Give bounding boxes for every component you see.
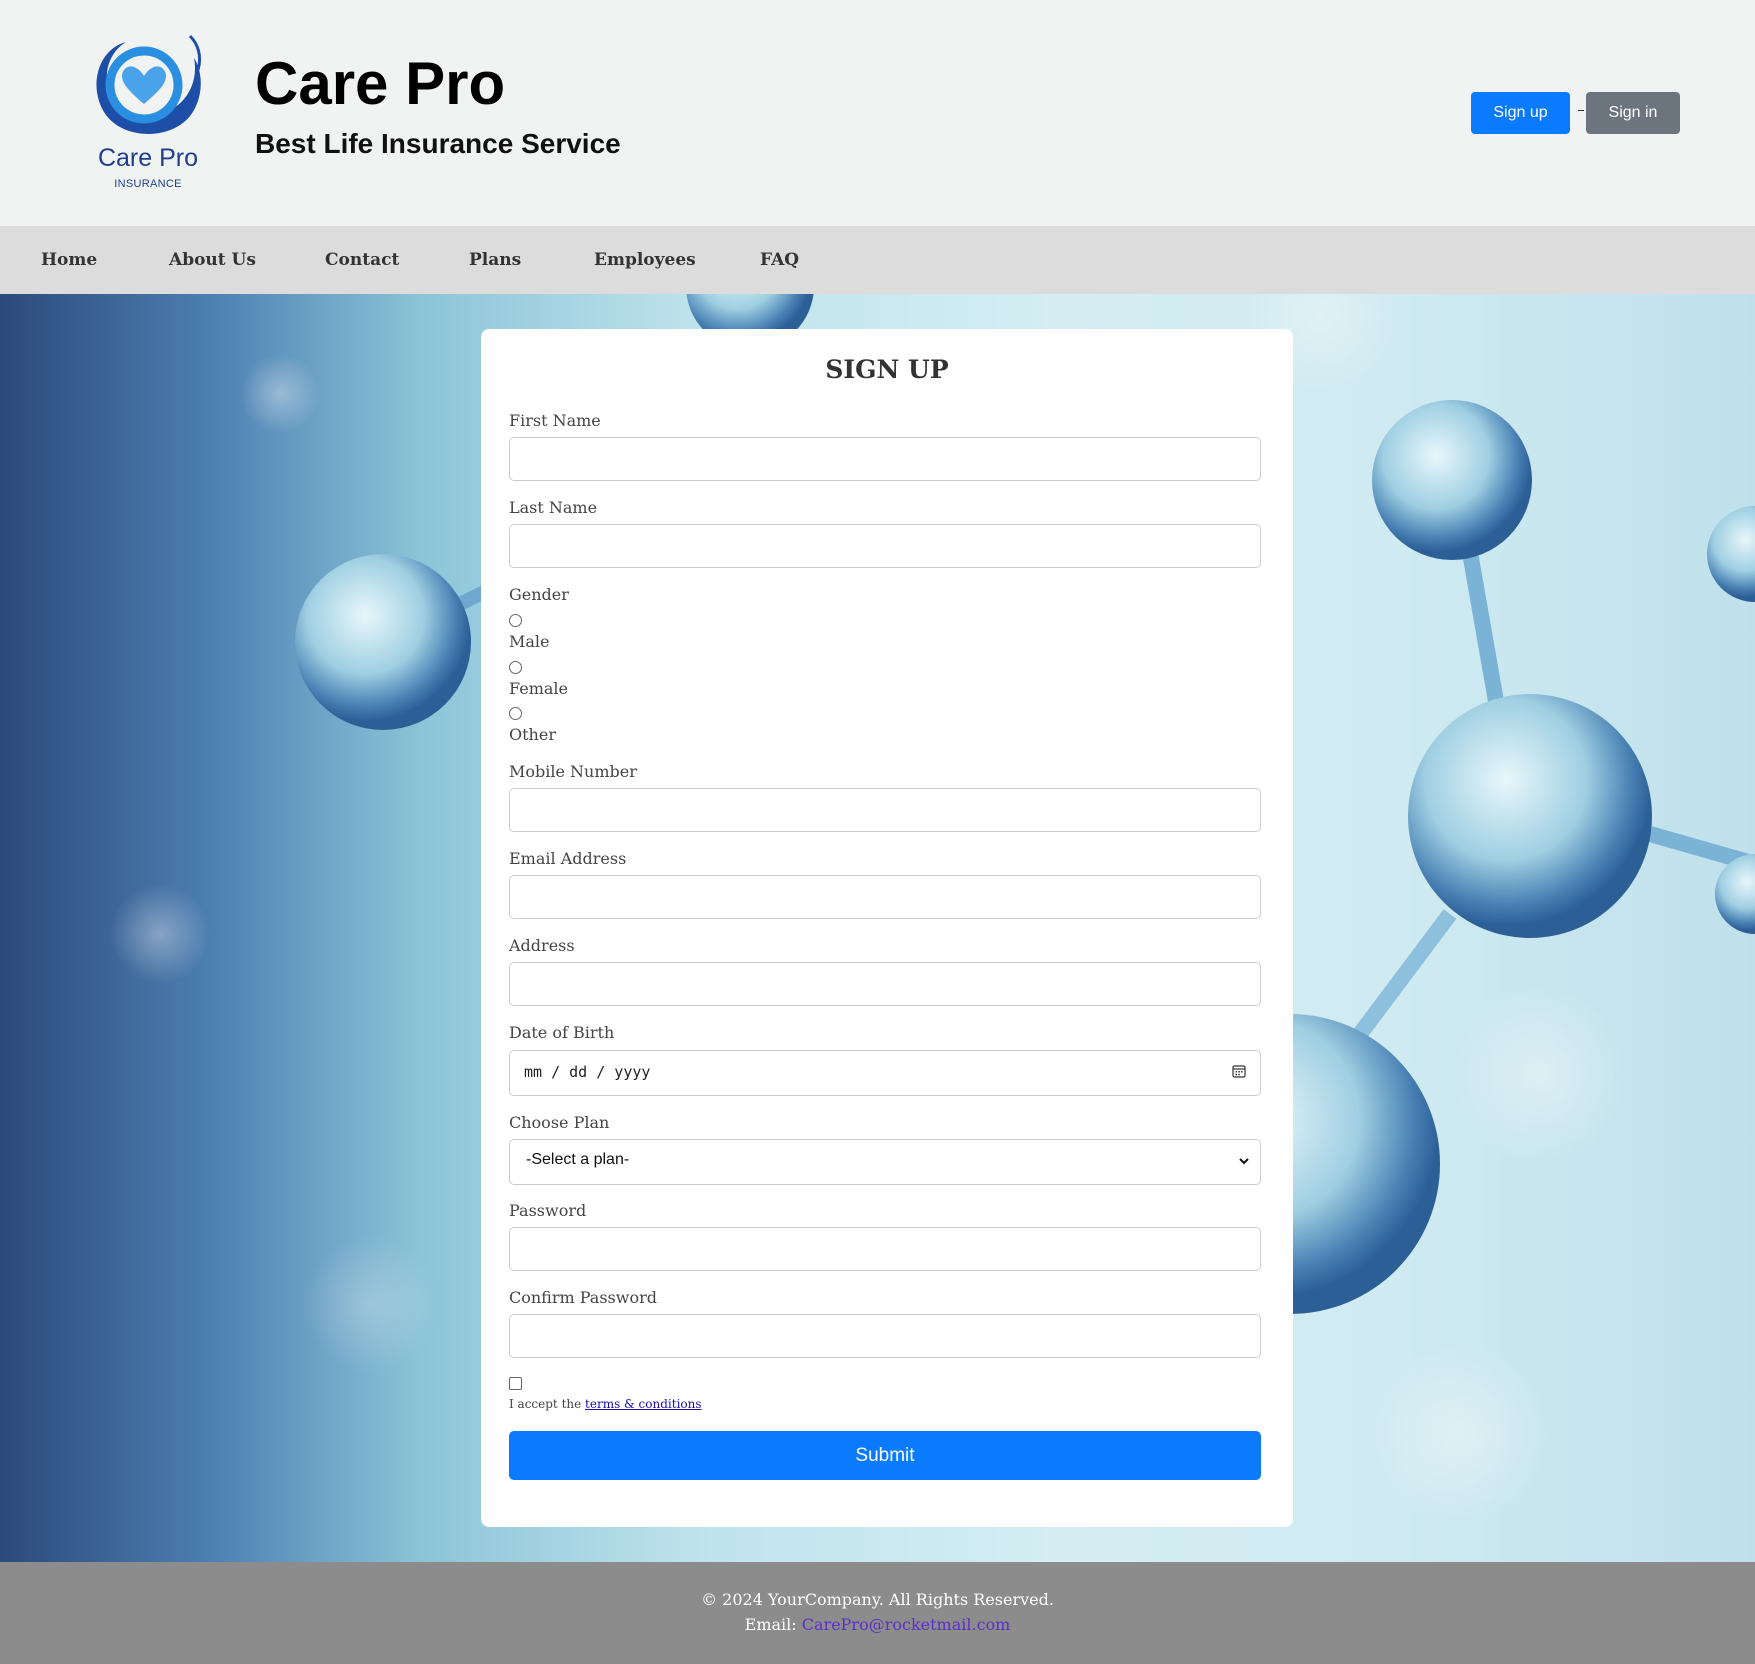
- site-header: Care Pro INSURANCE Care Pro Best Life In…: [0, 0, 1755, 226]
- nav-item-faq[interactable]: FAQ: [760, 250, 799, 270]
- nav-item-about-us[interactable]: About Us: [169, 250, 256, 270]
- gender-other-label: Other: [509, 725, 556, 744]
- confirm-password-input[interactable]: [509, 1314, 1261, 1358]
- plan-selected-value: -Select a plan-: [526, 1151, 630, 1168]
- logo-text: Care Pro: [97, 144, 199, 172]
- terms-prefix: I accept the: [509, 1397, 586, 1411]
- mobile-input[interactable]: [509, 788, 1261, 832]
- plan-select[interactable]: -Select a plan-: [509, 1139, 1261, 1185]
- gender-other-radio[interactable]: [509, 707, 522, 720]
- last-name-label: Last Name: [509, 498, 598, 517]
- first-name-label: First Name: [509, 411, 601, 430]
- plan-label: Choose Plan: [509, 1113, 610, 1132]
- first-name-input[interactable]: [509, 437, 1261, 481]
- dob-placeholder: mm / dd / yyyy: [524, 1063, 651, 1081]
- form-title: SIGN UP: [825, 355, 949, 384]
- gender-male-radio[interactable]: [509, 614, 522, 627]
- email-input[interactable]: [509, 875, 1261, 919]
- dob-input[interactable]: mm / dd / yyyy: [509, 1050, 1261, 1096]
- terms-text: I accept the terms & conditions: [509, 1397, 702, 1411]
- confirm-password-label: Confirm Password: [509, 1288, 657, 1307]
- email-prefix: Email:: [744, 1615, 802, 1634]
- divider: [1578, 110, 1584, 111]
- password-input[interactable]: [509, 1227, 1261, 1271]
- address-input[interactable]: [509, 962, 1261, 1006]
- gender-label: Gender: [509, 585, 569, 604]
- dob-label: Date of Birth: [509, 1023, 615, 1042]
- logo-subtext: INSURANCE: [114, 178, 182, 190]
- calendar-icon[interactable]: [1232, 1064, 1246, 1078]
- gender-male-label: Male: [509, 632, 550, 651]
- sign-up-button[interactable]: Sign up: [1471, 92, 1570, 134]
- nav-item-employees[interactable]: Employees: [594, 250, 696, 270]
- submit-button[interactable]: Submit: [509, 1431, 1261, 1480]
- footer-email: Email: CarePro@rocketmail.com: [0, 1615, 1755, 1634]
- signup-card: SIGN UP First Name Last Name Gender Male…: [481, 329, 1293, 1527]
- terms-checkbox[interactable]: [509, 1377, 522, 1390]
- gender-female-label: Female: [509, 679, 568, 698]
- nav-item-home[interactable]: Home: [41, 250, 97, 270]
- sign-in-button[interactable]: Sign in: [1586, 92, 1680, 134]
- gender-female-radio[interactable]: [509, 661, 522, 674]
- copyright-text: © 2024 YourCompany. All Rights Reserved.: [701, 1590, 1054, 1609]
- email-label: Email Address: [509, 849, 627, 868]
- brand-subtitle: Best Life Insurance Service: [255, 128, 621, 159]
- nav-item-plans[interactable]: Plans: [469, 250, 521, 270]
- mobile-label: Mobile Number: [509, 762, 637, 781]
- brand-title: Care Pro: [255, 50, 506, 117]
- main-nav: Home About Us Contact Plans Employees FA…: [0, 226, 1755, 294]
- terms-link[interactable]: terms & conditions: [585, 1397, 701, 1411]
- last-name-input[interactable]: [509, 524, 1261, 568]
- chevron-down-icon: [1239, 1158, 1249, 1165]
- password-label: Password: [509, 1201, 587, 1220]
- address-label: Address: [509, 936, 575, 955]
- site-footer: © 2024 YourCompany. All Rights Reserved.…: [0, 1562, 1755, 1664]
- heart-hand-icon: [96, 34, 202, 134]
- care-pro-logo[interactable]: Care Pro INSURANCE: [86, 30, 210, 200]
- nav-item-contact[interactable]: Contact: [325, 250, 399, 270]
- email-link[interactable]: CarePro@rocketmail.com: [802, 1615, 1011, 1634]
